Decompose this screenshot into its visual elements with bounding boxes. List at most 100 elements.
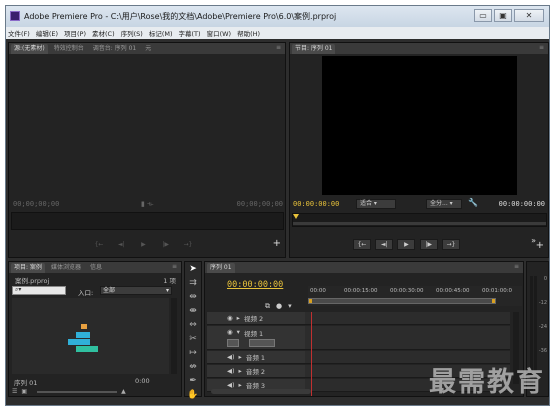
menu-project[interactable]: 项目(P) xyxy=(64,28,86,38)
tab-project[interactable]: 项目: 案例 xyxy=(11,262,45,273)
project-item-name[interactable]: 序列 01 xyxy=(14,377,37,387)
menu-title[interactable]: 字幕(T) xyxy=(179,28,201,38)
slide-tool-icon[interactable]: ⇎ xyxy=(186,361,200,374)
menu-help[interactable]: 帮助(H) xyxy=(237,28,260,38)
eye-icon[interactable]: ◉ xyxy=(227,328,233,336)
step-back-icon[interactable]: ◄| xyxy=(375,239,394,250)
project-item-thumbnail-area[interactable] xyxy=(12,298,169,374)
timeline-zoom-slider[interactable] xyxy=(211,389,311,394)
ruler-label: 00:00 xyxy=(310,288,326,294)
panel-menu-icon[interactable]: ≡ xyxy=(276,44,281,51)
mark-out-icon[interactable]: →} xyxy=(441,239,460,250)
close-button[interactable]: ✕ xyxy=(514,9,544,22)
work-area-start-handle[interactable] xyxy=(309,299,312,303)
menu-sequence[interactable]: 序列(S) xyxy=(121,28,143,38)
source-time-ruler[interactable] xyxy=(11,212,284,230)
entry-filter-dropdown[interactable]: 全部 ▾ xyxy=(100,286,172,295)
project-bottom-bar: ☰ ▣ ▲ xyxy=(12,387,180,396)
play-icon[interactable]: ▶ xyxy=(134,240,152,251)
work-area-end-handle[interactable] xyxy=(492,299,495,303)
track-header: ◉ ▸ 视频 2 xyxy=(207,312,305,324)
resolution-value: 全分... xyxy=(430,200,448,207)
source-drag-icon[interactable]: ▮ ⟛ xyxy=(141,200,153,209)
program-timecode-duration: 00:00:00:00 xyxy=(498,200,545,208)
playhead-marker-icon[interactable] xyxy=(293,214,299,219)
work-area-bar[interactable] xyxy=(308,298,496,304)
track-row[interactable]: ◉ ▾ 视频 1 xyxy=(207,326,510,350)
expand-triangle-icon[interactable]: ▸ xyxy=(239,367,242,375)
snap-icon[interactable]: ⧉ xyxy=(265,302,270,311)
program-time-ruler[interactable] xyxy=(292,213,547,227)
zoom-scroll-bar[interactable] xyxy=(293,222,546,225)
menu-window[interactable]: 窗口(W) xyxy=(207,28,232,38)
minimize-button[interactable]: ▭ xyxy=(474,9,492,22)
hand-tool-icon[interactable]: ✋ xyxy=(186,389,200,402)
tab-audio-mixer[interactable]: 调音台: 序列 01 xyxy=(90,44,139,54)
speaker-icon[interactable]: ◀) xyxy=(227,367,235,375)
add-marker-icon[interactable]: ● xyxy=(276,302,282,311)
meter-label: -36 xyxy=(538,348,547,354)
track-row[interactable]: ◉ ▸ 视频 2 xyxy=(207,312,510,325)
project-scrollbar[interactable] xyxy=(171,298,177,374)
step-forward-icon[interactable]: |▶ xyxy=(157,240,175,251)
menu-file[interactable]: 文件(F) xyxy=(8,28,30,38)
tab-program[interactable]: 节目: 序列 01 xyxy=(292,43,336,54)
keyframe-toggle-icon[interactable] xyxy=(227,339,239,347)
tab-sequence[interactable]: 序列 01 xyxy=(207,262,235,273)
program-timecode-current[interactable]: 00:00:00:00 xyxy=(293,200,339,208)
fit-zoom-dropdown[interactable]: 适合 ▾ xyxy=(356,199,396,209)
mark-in-icon[interactable]: {← xyxy=(90,240,108,251)
track-select-tool-icon[interactable]: ⇉ xyxy=(186,277,200,290)
ruler-label: 00:00:45:00 xyxy=(436,288,470,294)
menu-edit[interactable]: 编辑(E) xyxy=(36,28,58,38)
keyframe-navigator[interactable] xyxy=(249,339,275,347)
tab-source[interactable]: 源:(无素材) xyxy=(11,43,48,54)
tab-effect-controls[interactable]: 特效控制台 xyxy=(51,44,87,54)
speaker-icon[interactable]: ◀) xyxy=(227,353,235,361)
expand-triangle-icon[interactable]: ▾ xyxy=(237,328,240,336)
icon-view-icon[interactable]: ▣ xyxy=(21,388,27,395)
zoom-slider[interactable] xyxy=(37,390,118,393)
speaker-icon[interactable]: ◀) xyxy=(227,381,235,389)
source-timecode-current[interactable]: 00;00;00;00 xyxy=(13,200,59,208)
rolling-edit-tool-icon[interactable]: ⇼ xyxy=(186,305,200,318)
tab-media-browser[interactable]: 媒体浏览器 xyxy=(48,263,84,273)
ripple-edit-tool-icon[interactable]: ⇹ xyxy=(186,291,200,304)
playhead-line[interactable] xyxy=(311,312,312,396)
rate-stretch-tool-icon[interactable]: ⇔ xyxy=(186,319,200,332)
wrench-settings-icon[interactable]: 🔧 xyxy=(468,198,478,207)
selection-tool-icon[interactable]: ➤ xyxy=(186,263,200,276)
step-back-icon[interactable]: ◄| xyxy=(112,240,130,251)
razor-tool-icon[interactable]: ✂ xyxy=(186,333,200,346)
project-item-count: 1 项 xyxy=(163,277,176,285)
timeline-timecode[interactable]: 00:00:00:00 xyxy=(227,280,283,290)
tab-metadata[interactable]: 元 xyxy=(142,44,154,54)
expand-triangle-icon[interactable]: ▸ xyxy=(239,353,242,361)
maximize-button[interactable]: ▣ xyxy=(494,9,512,22)
play-icon[interactable]: ▶ xyxy=(397,239,416,250)
premiere-window: Adobe Premiere Pro - C:\用户\Rose\我的文档\Ado… xyxy=(5,5,550,406)
menu-marker[interactable]: 标记(M) xyxy=(149,28,173,38)
expand-triangle-icon[interactable]: ▸ xyxy=(239,381,242,389)
mark-in-icon[interactable]: {← xyxy=(353,239,371,250)
button-editor-plus-icon[interactable]: + xyxy=(273,238,281,249)
button-editor-plus-icon[interactable]: + xyxy=(536,240,544,251)
set-marker-icon[interactable]: ▾ xyxy=(288,302,292,311)
fit-zoom-value: 适合 xyxy=(360,200,373,207)
list-view-icon[interactable]: ☰ xyxy=(12,388,17,395)
slip-tool-icon[interactable]: ↦ xyxy=(186,347,200,360)
panel-menu-icon[interactable]: ≡ xyxy=(172,263,177,270)
panel-menu-icon[interactable]: ≡ xyxy=(514,263,519,270)
playback-resolution-dropdown[interactable]: 全分... ▾ xyxy=(426,199,462,209)
step-forward-icon[interactable]: |▶ xyxy=(419,239,438,250)
source-monitor-panel: 源:(无素材) 特效控制台 调音台: 序列 01 元 ≡ 00;00;00;00… xyxy=(8,42,286,258)
timeline-ruler[interactable]: 00:00 00:00:15:00 00:00:30:00 00:00:45:0… xyxy=(308,286,522,306)
expand-triangle-icon[interactable]: ▸ xyxy=(237,314,240,322)
mark-out-icon[interactable]: →} xyxy=(179,240,197,251)
eye-icon[interactable]: ◉ xyxy=(227,314,233,322)
pen-tool-icon[interactable]: ✒ xyxy=(186,375,200,388)
panel-menu-icon[interactable]: ≡ xyxy=(539,44,544,51)
menu-clip[interactable]: 素材(C) xyxy=(92,28,115,38)
project-search-input[interactable]: ⌕▾ xyxy=(12,286,66,295)
tab-info[interactable]: 信息 xyxy=(87,263,105,273)
